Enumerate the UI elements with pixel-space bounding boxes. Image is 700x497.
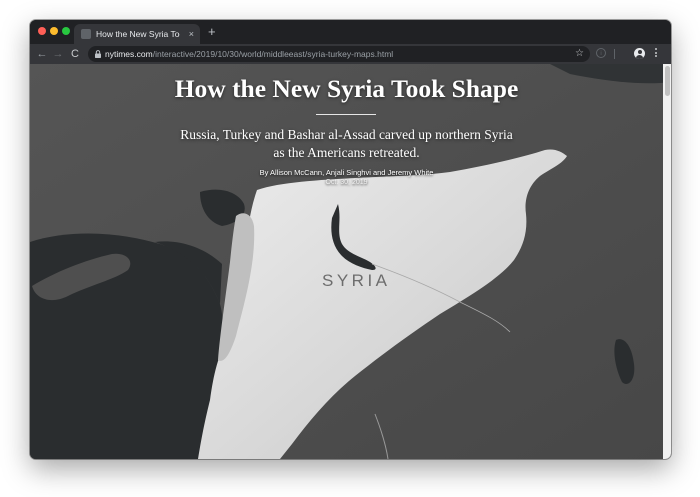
browser-window: How the New Syria Took Shape × + ← → C n… xyxy=(30,20,671,459)
reload-icon[interactable]: C xyxy=(68,46,82,62)
back-icon[interactable]: ← xyxy=(35,46,49,62)
lock-icon xyxy=(95,50,101,58)
favicon-icon xyxy=(81,29,91,39)
tab-strip: How the New Syria Took Shape × + xyxy=(30,20,671,44)
article-byline: By Allison McCann, Anjali Singhvi and Je… xyxy=(259,168,434,177)
title-divider xyxy=(316,114,376,115)
url-host: nytimes.com xyxy=(105,49,153,59)
page-viewport: How the New Syria Took Shape Russia, Tur… xyxy=(30,64,671,459)
article-summary: Russia, Turkey and Bashar al-Assad carve… xyxy=(180,127,513,160)
maximize-window-button[interactable] xyxy=(62,27,70,35)
close-window-button[interactable] xyxy=(38,27,46,35)
tab-close-icon[interactable]: × xyxy=(189,28,194,40)
page-scrollbar[interactable] xyxy=(663,64,671,459)
map-background xyxy=(30,64,671,459)
url-text[interactable]: nytimes.com/interactive/2019/10/30/world… xyxy=(105,48,393,60)
toolbar-divider xyxy=(614,49,615,59)
map-country-label: SYRIA xyxy=(322,271,391,290)
star-icon[interactable]: ☆ xyxy=(575,48,584,60)
article-date: Oct. 30, 2019 xyxy=(325,179,368,186)
new-tab-button[interactable]: + xyxy=(208,24,216,40)
address-bar[interactable]: nytimes.com/interactive/2019/10/30/world… xyxy=(88,46,590,62)
scrollbar-thumb[interactable] xyxy=(664,66,670,96)
tab-active[interactable]: How the New Syria Took Shape × xyxy=(74,24,200,44)
minimize-window-button[interactable] xyxy=(50,27,58,35)
page-title: How the New Syria Took Shape xyxy=(174,74,519,103)
toolbar: ← → C nytimes.com/interactive/2019/10/30… xyxy=(30,44,671,64)
menu-icon[interactable] xyxy=(654,47,658,61)
url-path: /interactive/2019/10/30/world/middleeast… xyxy=(152,49,394,59)
forward-icon[interactable]: → xyxy=(51,46,65,62)
tab-title: How the New Syria Took Shape xyxy=(96,29,180,39)
info-icon[interactable]: i xyxy=(596,48,606,58)
account-icon[interactable] xyxy=(634,48,645,59)
